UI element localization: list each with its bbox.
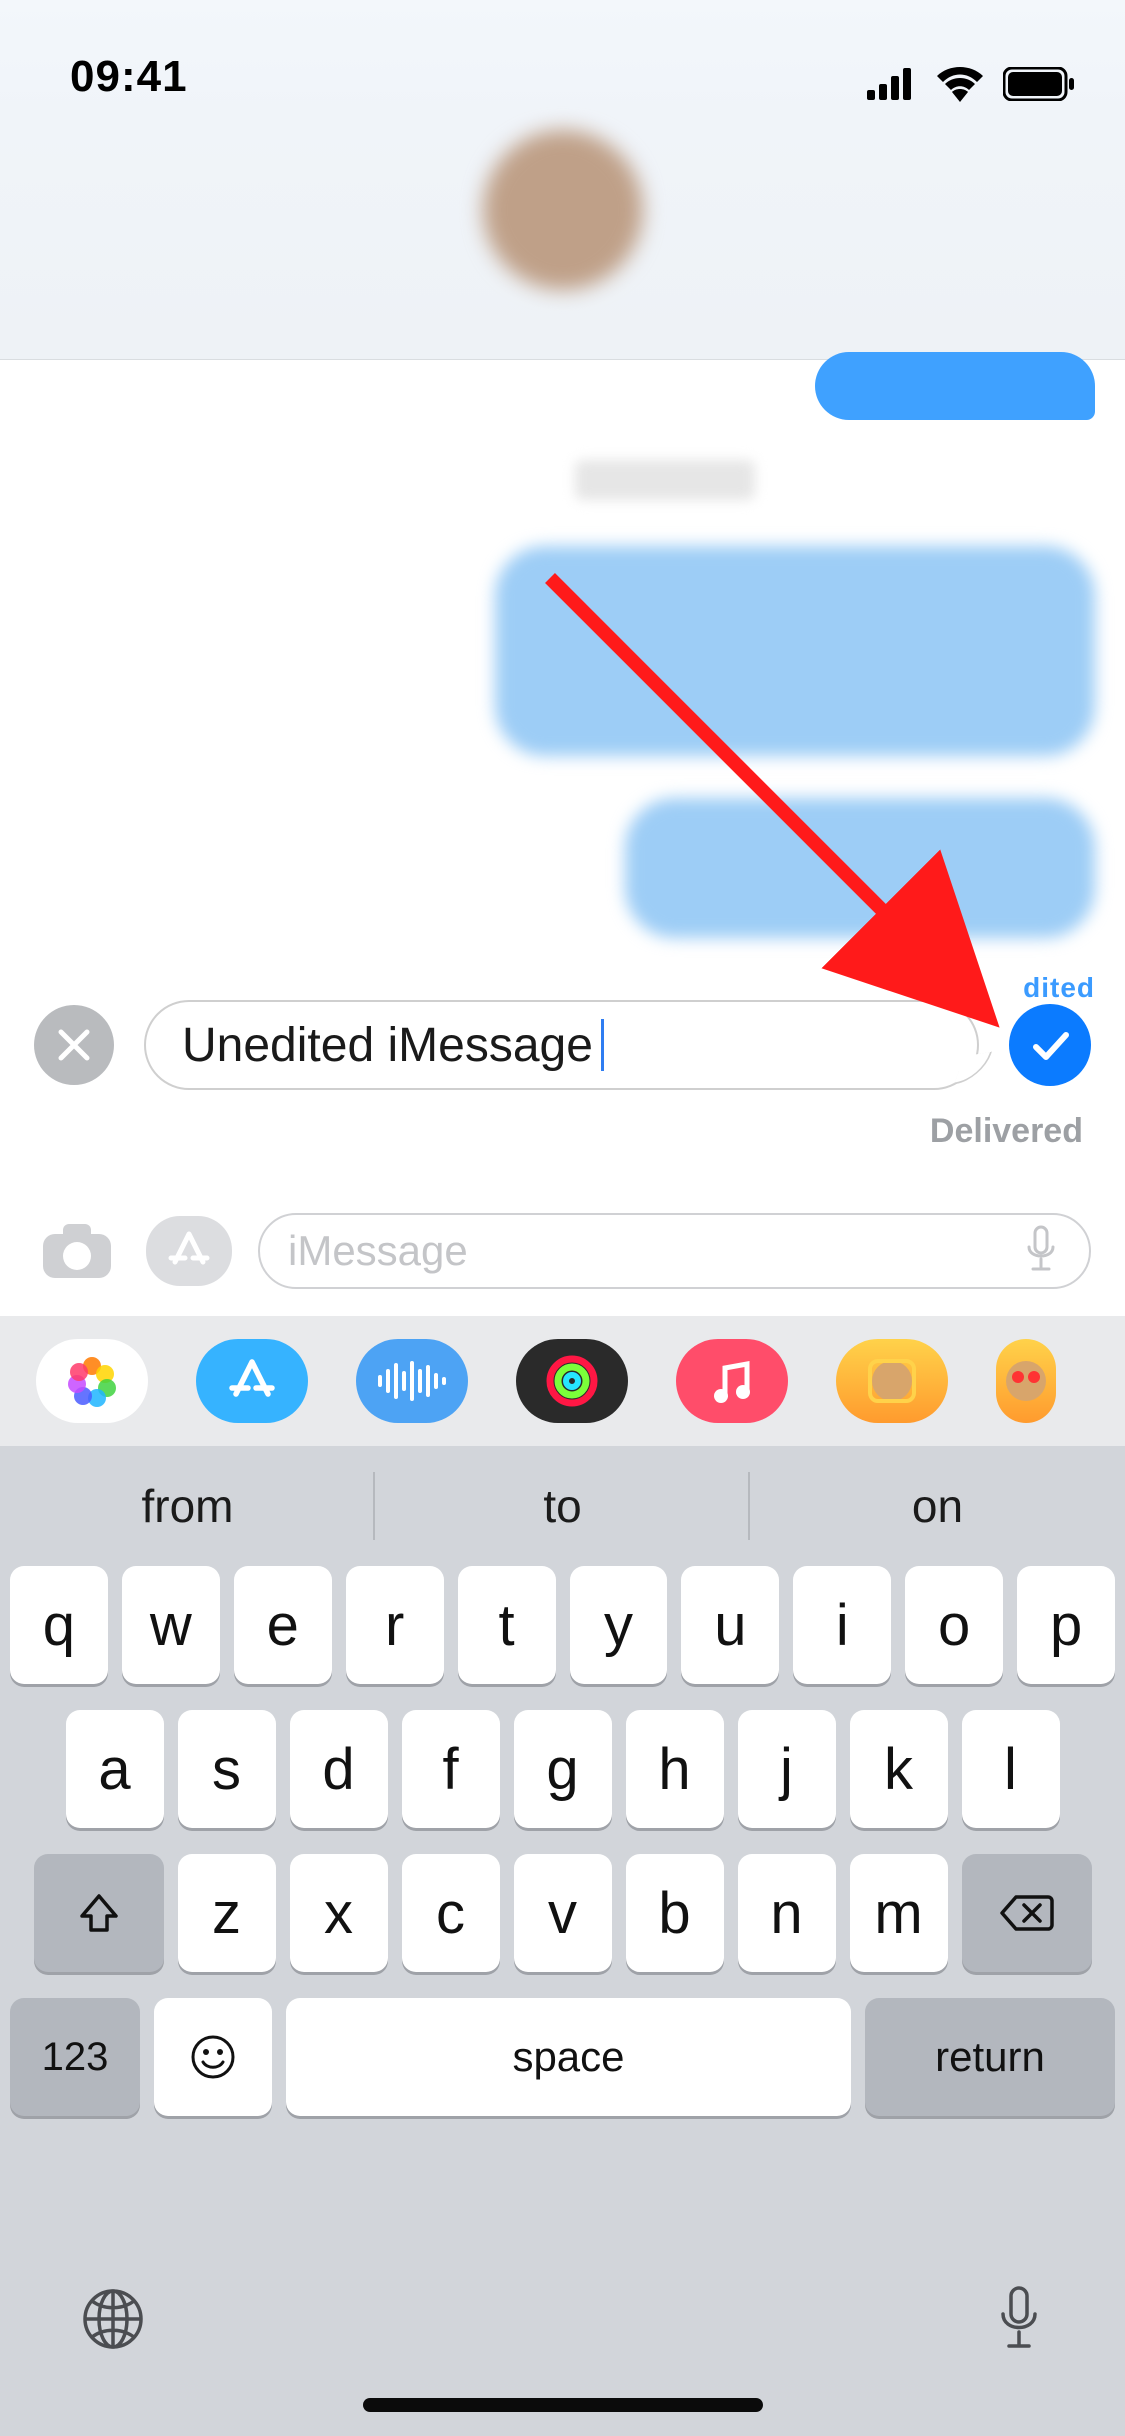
key-p[interactable]: p (1017, 1566, 1115, 1684)
key-j[interactable]: j (738, 1710, 836, 1828)
globe-icon (80, 2286, 146, 2352)
app-photos[interactable] (36, 1339, 148, 1423)
keyboard-suggestions: from to on (0, 1446, 1125, 1566)
message-input-field[interactable]: iMessage (258, 1213, 1091, 1289)
key-x[interactable]: x (290, 1854, 388, 1972)
message-bubble[interactable] (495, 546, 1095, 756)
close-icon (57, 1028, 91, 1062)
keyboard-row-1: q w e r t y u i o p (0, 1566, 1125, 1684)
camera-icon (41, 1222, 113, 1280)
key-e[interactable]: e (234, 1566, 332, 1684)
message-bubble[interactable] (815, 352, 1095, 420)
backspace-icon (1000, 1893, 1054, 1933)
cancel-edit-button[interactable] (34, 1005, 114, 1085)
photos-icon (65, 1354, 119, 1408)
key-f[interactable]: f (402, 1710, 500, 1828)
key-return[interactable]: return (865, 1998, 1115, 2116)
activity-rings-icon (544, 1353, 600, 1409)
camera-button[interactable] (34, 1216, 120, 1286)
edit-message-text: Unedited iMessage (182, 1018, 593, 1073)
message-placeholder: iMessage (288, 1227, 468, 1275)
app-store[interactable] (196, 1339, 308, 1423)
app-store-icon (226, 1358, 278, 1404)
key-q[interactable]: q (10, 1566, 108, 1684)
message-bubble[interactable] (625, 798, 1095, 938)
key-i[interactable]: i (793, 1566, 891, 1684)
keyboard-row-4: 123 space return (0, 1998, 1125, 2116)
globe-button[interactable] (80, 2286, 146, 2357)
key-b[interactable]: b (626, 1854, 724, 1972)
key-y[interactable]: y (570, 1566, 668, 1684)
wifi-icon (935, 66, 985, 102)
status-bar: 09:41 (0, 0, 1125, 120)
emoji-icon (189, 2033, 237, 2081)
contact-avatar[interactable] (483, 130, 643, 290)
checkmark-icon (1028, 1023, 1072, 1067)
timestamp-blurred (575, 460, 755, 500)
dictation-button[interactable] (993, 2284, 1045, 2359)
app-memoji-stickers[interactable] (996, 1339, 1056, 1423)
conversation-header[interactable] (0, 120, 1125, 360)
shift-icon (76, 1890, 122, 1936)
music-note-icon (711, 1358, 753, 1404)
memoji-icon (862, 1351, 922, 1411)
key-u[interactable]: u (681, 1566, 779, 1684)
keyboard: from to on q w e r t y u i o p a s d f g… (0, 1446, 1125, 2436)
key-h[interactable]: h (626, 1710, 724, 1828)
key-l[interactable]: l (962, 1710, 1060, 1828)
microphone-icon (1021, 1225, 1061, 1273)
key-shift[interactable] (34, 1854, 164, 1972)
key-symbols[interactable]: 123 (10, 1998, 140, 2116)
edit-message-row: Unedited iMessage (0, 1000, 1125, 1090)
key-a[interactable]: a (66, 1710, 164, 1828)
key-t[interactable]: t (458, 1566, 556, 1684)
key-c[interactable]: c (402, 1854, 500, 1972)
key-emoji[interactable] (154, 1998, 272, 2116)
imessage-app-strip[interactable] (0, 1316, 1125, 1446)
conversation-area[interactable]: dited Unedited iMessage Delivered (0, 360, 1125, 1200)
delivered-label: Delivered (930, 1112, 1083, 1151)
key-o[interactable]: o (905, 1566, 1003, 1684)
key-k[interactable]: k (850, 1710, 948, 1828)
key-r[interactable]: r (346, 1566, 444, 1684)
message-input-bar: iMessage (0, 1196, 1125, 1306)
key-v[interactable]: v (514, 1854, 612, 1972)
status-time: 09:41 (70, 52, 188, 102)
key-s[interactable]: s (178, 1710, 276, 1828)
keyboard-row-2: a s d f g h j k l (0, 1710, 1125, 1828)
app-fitness[interactable] (516, 1339, 628, 1423)
key-g[interactable]: g (514, 1710, 612, 1828)
suggestion-1[interactable]: from (0, 1446, 375, 1566)
app-store-button[interactable] (146, 1216, 232, 1286)
suggestion-3[interactable]: on (750, 1446, 1125, 1566)
key-m[interactable]: m (850, 1854, 948, 1972)
key-backspace[interactable] (962, 1854, 1092, 1972)
cellular-icon (867, 68, 917, 100)
confirm-edit-button[interactable] (1009, 1004, 1091, 1086)
key-w[interactable]: w (122, 1566, 220, 1684)
waveform-icon (374, 1361, 450, 1401)
home-indicator[interactable] (363, 2398, 763, 2412)
app-store-icon (165, 1230, 213, 1272)
suggestion-2[interactable]: to (375, 1446, 750, 1566)
app-memoji[interactable] (836, 1339, 948, 1423)
key-n[interactable]: n (738, 1854, 836, 1972)
edit-message-input[interactable]: Unedited iMessage (144, 1000, 979, 1090)
app-voice-memos[interactable] (356, 1339, 468, 1423)
key-d[interactable]: d (290, 1710, 388, 1828)
dictation-button[interactable] (1021, 1225, 1061, 1278)
key-space[interactable]: space (286, 1998, 851, 2116)
battery-icon (1003, 67, 1075, 101)
microphone-icon (993, 2284, 1045, 2354)
text-cursor (601, 1019, 604, 1071)
keyboard-row-3: z x c v b n m (0, 1854, 1125, 1972)
status-icons (867, 66, 1075, 102)
key-z[interactable]: z (178, 1854, 276, 1972)
app-music[interactable] (676, 1339, 788, 1423)
memoji-sticker-icon (996, 1351, 1056, 1411)
